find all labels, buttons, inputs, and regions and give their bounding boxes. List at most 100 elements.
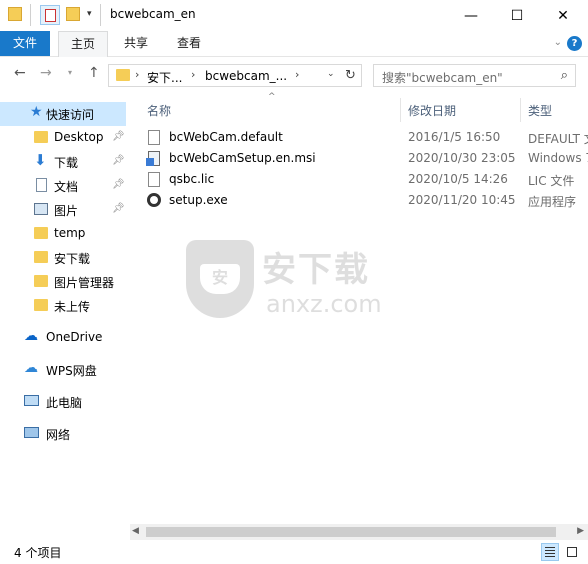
file-row[interactable]: qsbc.lic 2020/10/5 14:26 LIC 文件	[144, 170, 588, 191]
navigation-pane: ★ 快速访问 Desktop 📌︎ ⬇ 下载 📌︎ 文档 📌︎ 图片 📌︎ te…	[0, 92, 130, 540]
nav-item-desktop[interactable]: Desktop 📌︎	[0, 126, 126, 150]
file-name: setup.exe	[169, 193, 228, 207]
star-icon: ★	[30, 104, 43, 120]
nav-item-network[interactable]: 网络	[0, 422, 126, 446]
picture-icon	[34, 203, 48, 215]
details-view-icon[interactable]	[541, 543, 559, 561]
chevron-right-icon[interactable]: ›	[135, 68, 139, 81]
nav-item-not-uploaded[interactable]: 未上传	[0, 294, 126, 318]
nav-label: WPS网盘	[46, 364, 97, 378]
refresh-button[interactable]: ↻	[340, 64, 362, 87]
nav-item-picture-manager[interactable]: 图片管理器	[0, 270, 126, 294]
search-icon: ⌕	[560, 68, 568, 83]
column-header-date[interactable]: 修改日期	[408, 102, 456, 119]
file-date: 2020/10/5 14:26	[408, 172, 508, 186]
file-name: bcWebCam.default	[169, 130, 283, 144]
file-name: bcWebCamSetup.en.msi	[169, 151, 316, 165]
download-arrow-icon: ⬇	[34, 151, 47, 169]
sort-ascending-icon: ^	[268, 92, 276, 102]
nav-label: 安下载	[54, 252, 91, 266]
folder-icon	[116, 69, 130, 81]
folder-icon	[34, 299, 48, 311]
column-header-name[interactable]: 名称	[147, 102, 171, 119]
search-input[interactable]: 搜索"bcwebcam_en" ⌕	[373, 64, 576, 87]
new-folder-icon[interactable]	[66, 7, 80, 21]
customize-quick-access-icon[interactable]: ▾	[87, 9, 92, 19]
file-date: 2016/1/5 16:50	[408, 130, 501, 144]
watermark-text-en: anxz.com	[266, 290, 382, 318]
nav-label: OneDrive	[46, 330, 103, 344]
file-type: Windows 7	[528, 151, 588, 165]
nav-label: Desktop	[54, 130, 104, 144]
watermark-badge: 安	[200, 264, 240, 294]
nav-item-anxz[interactable]: 安下载	[0, 246, 126, 270]
up-arrow-icon[interactable]: ↑	[88, 65, 100, 81]
chevron-right-icon[interactable]: ›	[295, 68, 299, 81]
expand-ribbon-icon[interactable]: ⌄	[554, 37, 562, 48]
nav-label: 此电脑	[46, 396, 83, 410]
horizontal-scrollbar[interactable]: ◀ ▶	[130, 524, 588, 540]
forward-arrow-icon[interactable]: →	[40, 65, 52, 81]
properties-icon[interactable]	[40, 5, 60, 25]
column-header-type[interactable]: 类型	[528, 102, 552, 119]
nav-label: 文档	[54, 180, 79, 194]
item-count: 4 个项目	[14, 546, 62, 560]
breadcrumb-item[interactable]: bcwebcam_...	[205, 69, 287, 83]
tab-file[interactable]: 文件	[0, 31, 50, 56]
file-type: DEFAULT 文	[528, 132, 588, 146]
file-row[interactable]: bcWebCamSetup.en.msi 2020/10/30 23:05 Wi…	[144, 149, 588, 170]
folder-icon	[8, 7, 22, 21]
computer-icon	[24, 395, 39, 406]
scroll-right-icon[interactable]: ▶	[577, 526, 584, 536]
nav-item-pictures[interactable]: 图片 📌︎	[0, 198, 126, 222]
large-icons-view-icon[interactable]	[563, 543, 581, 561]
close-button[interactable]: ✕	[540, 0, 586, 31]
document-icon	[148, 172, 160, 187]
nav-label: 图片管理器	[54, 276, 115, 290]
tab-view[interactable]: 查看	[166, 31, 212, 56]
file-type: LIC 文件	[528, 174, 575, 188]
shield-icon: 安	[186, 240, 254, 318]
nav-label: 下载	[54, 156, 79, 170]
folder-icon	[34, 251, 48, 263]
nav-item-downloads[interactable]: ⬇ 下载 📌︎	[0, 150, 126, 174]
nav-item-documents[interactable]: 文档 📌︎	[0, 174, 126, 198]
msi-installer-icon	[146, 151, 160, 166]
file-row[interactable]: bcWebCam.default 2016/1/5 16:50 DEFAULT …	[144, 128, 588, 149]
scrollbar-thumb[interactable]	[146, 527, 556, 537]
chevron-down-icon[interactable]: ⌄	[327, 69, 335, 79]
column-divider[interactable]	[520, 98, 521, 122]
column-divider[interactable]	[400, 98, 401, 122]
scroll-left-icon[interactable]: ◀	[132, 526, 139, 536]
tab-share[interactable]: 共享	[112, 31, 160, 56]
wps-cloud-icon: ☁	[24, 360, 38, 376]
nav-item-wps-cloud[interactable]: ☁ WPS网盘	[0, 358, 126, 382]
file-date: 2020/11/20 10:45	[408, 193, 516, 207]
minimize-button[interactable]: —	[448, 0, 494, 31]
nav-item-onedrive[interactable]: ☁ OneDrive	[0, 326, 126, 350]
help-icon[interactable]: ?	[567, 36, 582, 51]
nav-label: temp	[54, 226, 86, 240]
watermark-text-cn: 安下载	[262, 250, 370, 290]
nav-label: 图片	[54, 204, 79, 218]
tab-home[interactable]: 主页	[58, 31, 108, 57]
cloud-icon: ☁	[24, 328, 38, 344]
chevron-right-icon[interactable]: ›	[191, 68, 195, 81]
address-bar[interactable]: › 安下... › bcwebcam_... › ⌄	[108, 64, 362, 87]
nav-item-temp[interactable]: temp	[0, 222, 126, 246]
file-type: 应用程序	[528, 195, 577, 209]
document-icon	[36, 178, 47, 192]
nav-item-this-pc[interactable]: 此电脑	[0, 390, 126, 414]
recent-locations-icon[interactable]: ▾	[68, 68, 72, 77]
watermark-logo: 安 安下载 anxz.com	[186, 240, 406, 320]
pin-icon: 📌︎	[112, 179, 125, 190]
back-arrow-icon[interactable]: ←	[14, 65, 26, 81]
maximize-button[interactable]: ☐	[494, 0, 540, 31]
breadcrumb-item[interactable]: 安下...	[147, 69, 182, 86]
network-icon	[24, 427, 39, 438]
nav-item-quick-access[interactable]: ★ 快速访问	[0, 102, 126, 126]
nav-label: 未上传	[54, 300, 91, 314]
toolbar-divider	[100, 4, 101, 26]
folder-icon	[34, 131, 48, 143]
file-row[interactable]: setup.exe 2020/11/20 10:45 应用程序	[144, 191, 588, 212]
